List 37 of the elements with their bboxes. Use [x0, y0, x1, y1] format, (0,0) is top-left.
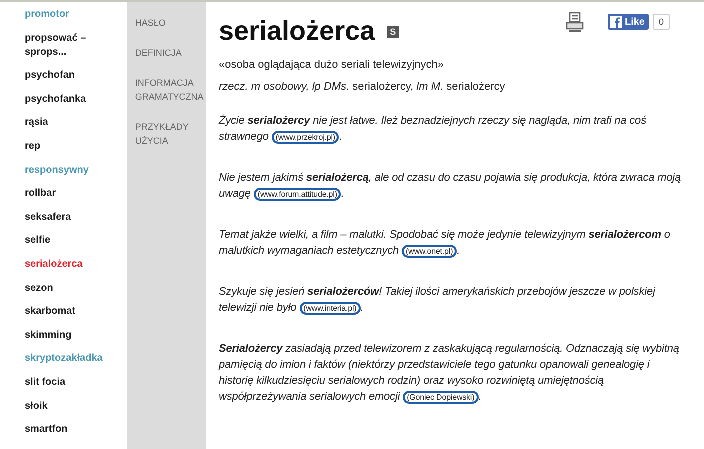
word-link[interactable]: rąsia [25, 116, 115, 130]
source-citation: (www.przekroj.pl) [272, 131, 340, 144]
grammar-info: rzecz. m osobowy, lp DMs. serialożercy, lm M. serialożercy [219, 81, 506, 93]
headword: serialożerca [219, 16, 376, 47]
section-link[interactable]: HASŁO [135, 16, 206, 30]
usage-example: Serialożercy zasiadają przed telewizorem z zaskakującą regularnością. Odznaczają się wybitną pamięcią do imion i faktów (niektórzy przedstawiciele tego gatunku opanowali genealogię i historię kilkudziesięciu serialowych rodzin) oraz wysoko rozwiniętą umiejętnością współprzeżywania serialowych emocji (Goniec Dopiewski) . [219, 342, 680, 406]
usage-example: Życie serialożercy nie jest łatwe. Ileż beznadziejnych rzeczy się nagląda, nim trafi na coś strawnego (www.przekroj.pl) . [219, 114, 648, 146]
word-link[interactable]: psychofanka [25, 92, 115, 107]
print-icon[interactable] [566, 12, 584, 32]
usage-example: Szykuje się jesień serialożerców! Takiej ilości amerykańskich przebojów jeszcze w polskiej telewizji nie było (www.interia.pl) . [219, 285, 657, 317]
source-citation: (Goniec Dopiewski) [403, 391, 479, 404]
source-citation: (www.interia.pl) [300, 302, 361, 315]
word-link[interactable]: słoik [25, 400, 115, 414]
like-button[interactable]: Like [608, 14, 649, 30]
definition: «osoba oglądająca dużo seriali telewizyjnych» [219, 59, 446, 71]
word-link[interactable]: skimming [25, 328, 115, 343]
word-link[interactable]: psychofan [25, 69, 115, 84]
section-link[interactable]: INFORMACJA GRAMATYCZNA [135, 76, 206, 104]
badge: S [387, 26, 400, 38]
word-link[interactable]: sezon [25, 282, 115, 296]
word-link[interactable]: serialożerca [25, 258, 115, 272]
word-link[interactable]: skarbomat [25, 305, 115, 320]
source-citation: (www.forum.attitude.pl) [254, 188, 342, 201]
section-link[interactable]: DEFINICJA [135, 46, 206, 60]
word-link[interactable]: smartfon [25, 423, 115, 438]
word-link[interactable]: propsować – sprops... [25, 32, 115, 60]
facebook-icon [610, 16, 622, 28]
word-link[interactable]: seksafera [25, 210, 115, 225]
usage-example: Nie jestem jakimś serialożercą, ale od czasu do czasu pojawia się produkcja, która zwraca moją uwagę (www.forum.attitude.pl) . [219, 171, 682, 203]
like-count: 0 [652, 14, 670, 30]
usage-example: Temat jakże wielki, a film – malutki. Spodobać się może jedynie telewizyjnym serialożercom o malutkich wymaganiach estetycznych (www.onet.pl) . [219, 228, 672, 260]
section-link[interactable]: PRZYKŁADY UŻYCIA [135, 120, 206, 148]
word-link[interactable]: rep [25, 140, 115, 154]
source-citation: (www.onet.pl) [402, 245, 458, 258]
word-link[interactable]: selfie [25, 234, 115, 248]
word-link[interactable]: slit focia [25, 376, 115, 390]
word-link[interactable]: rollbar [25, 187, 115, 202]
